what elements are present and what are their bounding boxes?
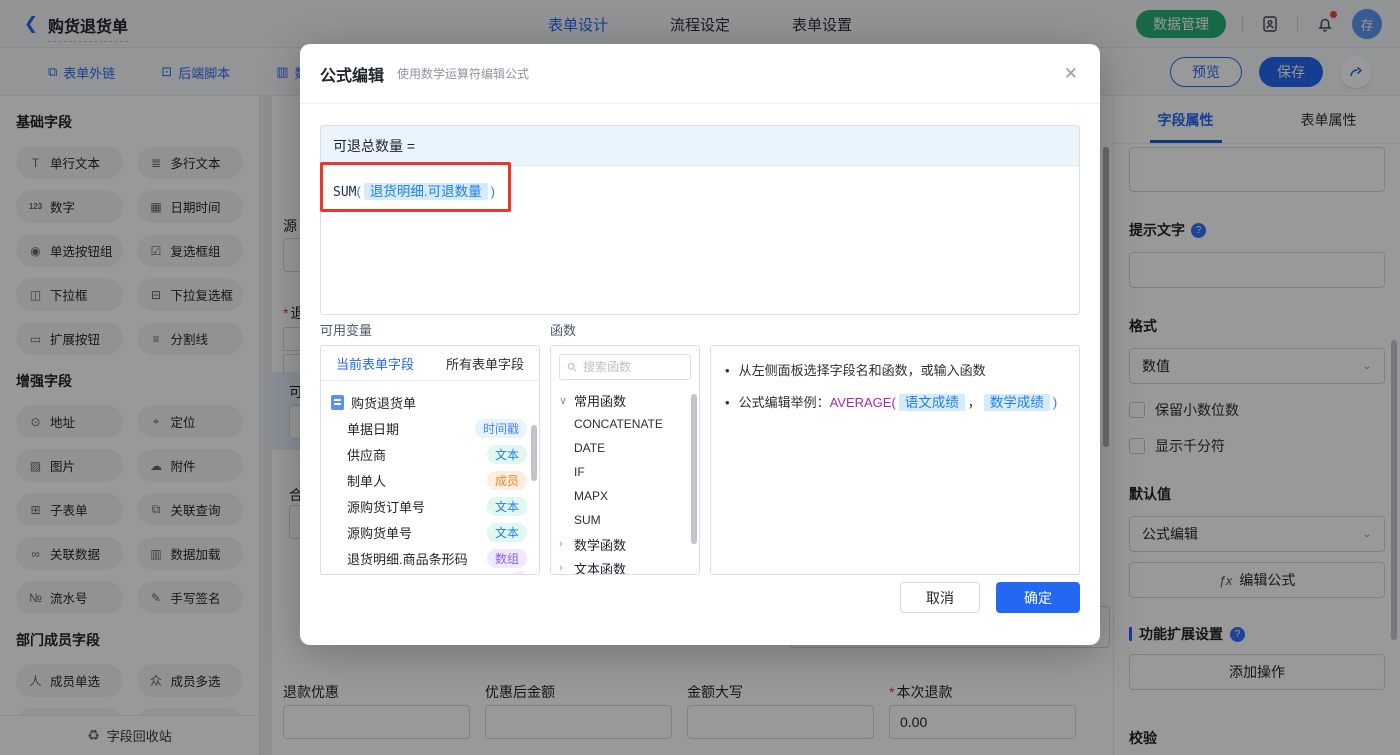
- formula-field-token[interactable]: 退货明细.可退数量: [363, 183, 488, 200]
- variable-item[interactable]: 源购货订单号 文本: [321, 493, 539, 519]
- help-example: • 公式编辑举例：AVERAGE(语文成绩，数学成绩): [725, 394, 1058, 411]
- variable-item[interactable]: 单据日期 时间戳: [321, 415, 539, 441]
- search-icon: [567, 362, 577, 372]
- variable-item[interactable]: 制单人 成员: [321, 467, 539, 493]
- function-item[interactable]: DATE: [551, 436, 699, 460]
- cancel-button[interactable]: 取消: [900, 582, 980, 613]
- functions-pane-label: 函数: [550, 323, 577, 338]
- function-group-math[interactable]: › 数学函数: [551, 532, 699, 556]
- modal-subtitle: 使用数学运算符编辑公式: [397, 67, 530, 81]
- function-item[interactable]: MAPX: [551, 484, 699, 508]
- tab-current-form-fields[interactable]: 当前表单字段: [336, 354, 414, 373]
- tree-expanded-icon: ∨: [559, 394, 568, 407]
- function-item[interactable]: SUM: [551, 508, 699, 532]
- variable-item[interactable]: 源购货单号 文本: [321, 519, 539, 545]
- functions-scrollbar[interactable]: [691, 394, 697, 544]
- type-badge: 文本: [486, 496, 527, 516]
- example-field-token: 数学成绩: [983, 394, 1050, 411]
- type-badge: 文本: [486, 444, 527, 464]
- help-tip: • 从左侧面板选择字段名和函数，或输入函数: [725, 363, 986, 378]
- variable-item-partial: [321, 571, 539, 574]
- modal-header: 公式编辑 使用数学运算符编辑公式 ✕: [300, 44, 1100, 104]
- function-group-common[interactable]: ∨ 常用函数: [551, 388, 699, 412]
- function-search-input[interactable]: [583, 360, 683, 374]
- function-item[interactable]: CONCATENATE: [551, 412, 699, 436]
- close-icon[interactable]: ✕: [1064, 64, 1078, 84]
- tree-collapsed-icon: ›: [559, 538, 563, 550]
- variable-tree-root[interactable]: 购货退货单: [321, 389, 539, 415]
- functions-pane: ∨常用函数 CONCATENATE DATE IF MAPX SUM ›数学函数…: [550, 345, 700, 575]
- type-badge: 时间戳: [474, 418, 527, 438]
- type-badge: 成员: [486, 470, 527, 490]
- modal-title: 公式编辑: [320, 67, 385, 85]
- variables-scrollbar[interactable]: [531, 425, 537, 481]
- formula-target: 可退总数量 =: [321, 126, 1079, 166]
- type-badge: 数组: [486, 548, 527, 568]
- help-pane: • 从左侧面板选择字段名和函数，或输入函数 • 公式编辑举例：AVERAGE(语文…: [710, 345, 1080, 575]
- tree-collapsed-icon: ›: [559, 562, 563, 574]
- example-function-name: AVERAGE(: [829, 395, 896, 410]
- variables-pane-label: 可用变量: [320, 323, 373, 338]
- function-search[interactable]: [559, 354, 691, 380]
- formula-expression[interactable]: SUM(退货明细.可退数量): [321, 166, 1079, 214]
- example-field-token: 语文成绩: [898, 394, 965, 411]
- modal-footer: 取消 确定: [300, 582, 1100, 645]
- variable-item[interactable]: 退货明细.商品条形码 数组: [321, 545, 539, 571]
- function-group-text[interactable]: › 文本函数: [551, 556, 699, 575]
- type-badge: 文本: [486, 522, 527, 542]
- function-item[interactable]: IF: [551, 460, 699, 484]
- formula-function-name: SUM: [333, 185, 357, 200]
- tab-all-form-fields[interactable]: 所有表单字段: [446, 354, 524, 373]
- variable-item[interactable]: 供应商 文本: [321, 441, 539, 467]
- formula-editor-modal: 公式编辑 使用数学运算符编辑公式 ✕ 可退总数量 = SUM(退货明细.可退数量…: [300, 44, 1100, 645]
- formula-editor[interactable]: 可退总数量 = SUM(退货明细.可退数量): [320, 125, 1080, 315]
- confirm-button[interactable]: 确定: [996, 582, 1080, 613]
- form-document-icon: [331, 394, 344, 410]
- variables-pane: 当前表单字段 所有表单字段 购货退货单 单据日期 时间戳 供应商 文本 制单人 成员 …: [320, 345, 540, 575]
